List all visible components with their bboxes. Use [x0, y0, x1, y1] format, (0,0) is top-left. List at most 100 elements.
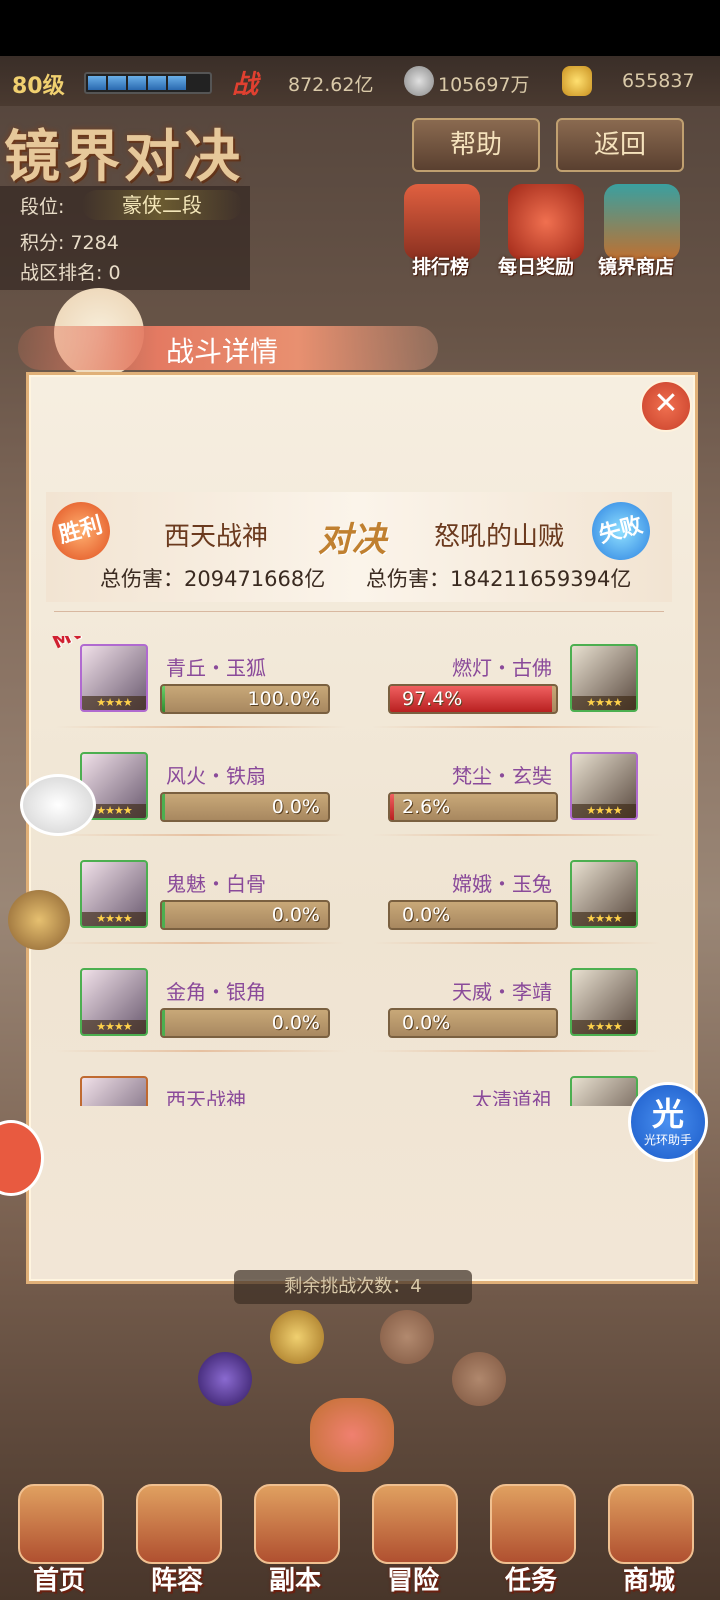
exp-segment: [148, 76, 166, 90]
rank-label: 段位:: [20, 196, 65, 218]
left-damage-fill: [162, 902, 165, 928]
hero-row: ★★★★ 金角・银角 ★★★★ 天威・李靖 0.0% 0.0%: [46, 960, 672, 1068]
sun-orb-icon[interactable]: [270, 1310, 324, 1364]
left-player-name: 西天战神: [164, 522, 269, 552]
home-icon: [18, 1484, 104, 1564]
zone-rank-text: 战区排名: 0: [20, 262, 121, 284]
left-damage-percent: 0.0%: [271, 904, 320, 926]
nav-item[interactable]: 阵容: [122, 1480, 232, 1600]
right-hero-name: 太清道祖: [472, 1088, 552, 1106]
chat-cloud-icon[interactable]: [20, 774, 96, 836]
nav-label: 冒险: [386, 1566, 439, 1596]
left-hero-avatar[interactable]: ★★★★: [80, 860, 148, 928]
star-rating: ★★★★: [572, 804, 636, 818]
hero-damage-list[interactable]: ★★★★青丘・玉狐★★★★燃灯・古佛100.0%97.4%MVP★★★★风火・铁…: [46, 636, 672, 1106]
right-hero-avatar[interactable]: ★★★★: [570, 968, 638, 1036]
left-hero-avatar[interactable]: ★★★★: [80, 644, 148, 712]
star-rating: ★★★★: [572, 696, 636, 710]
right-damage-fill: [390, 794, 395, 820]
left-damage-fill: [162, 686, 165, 712]
star-rating: ★★★★: [82, 912, 146, 926]
purple-orb-icon[interactable]: [198, 1352, 252, 1406]
close-icon[interactable]: ✕: [640, 380, 692, 432]
nav-item[interactable]: 商城: [594, 1480, 704, 1600]
page-title: 镜界对决: [4, 124, 244, 190]
daily-reward-label[interactable]: 每日奖励: [498, 252, 574, 279]
left-damage-bar: 0.0%: [160, 792, 330, 822]
formation-icon: [136, 1484, 222, 1564]
mall-icon: [608, 1484, 694, 1564]
leaderboard-label[interactable]: 排行榜: [412, 252, 469, 279]
right-damage-bar: 0.0%: [388, 900, 558, 930]
row-divider: [372, 942, 662, 944]
silver-value: 105697万: [438, 74, 530, 96]
bottom-navigation: 首页 阵容 副本 冒险 任务 商城: [0, 1480, 720, 1600]
exp-segment: [108, 76, 126, 90]
locked-slot-icon: [380, 1310, 434, 1364]
hero-row: ★★★★ 风火・铁扇 ★★★★ 梵尘・玄奘 0.0% 2.6%: [46, 744, 672, 852]
versus-mark: 对决: [318, 520, 386, 560]
right-hero-name: 燃灯・古佛: [452, 656, 552, 680]
left-hero-avatar[interactable]: ★★★★: [80, 1076, 148, 1106]
right-hero-avatar[interactable]: ★★★★: [570, 1076, 638, 1106]
nav-item[interactable]: 首页: [4, 1480, 114, 1600]
rank-value: 豪侠二段: [82, 190, 242, 220]
nav-item[interactable]: 副本: [240, 1480, 350, 1600]
back-button[interactable]: 返回: [556, 118, 684, 172]
help-button[interactable]: 帮助: [412, 118, 540, 172]
right-hero-avatar[interactable]: ★★★★: [570, 860, 638, 928]
star-rating: ★★★★: [82, 696, 146, 710]
assistant-float-button[interactable]: 光 光环助手: [628, 1082, 708, 1162]
star-rating: ★★★★: [572, 1020, 636, 1034]
mirror-shop-label[interactable]: 镜界商店: [598, 252, 674, 279]
right-damage-percent: 0.0%: [402, 1012, 451, 1034]
right-damage-percent: 0.0%: [402, 904, 451, 926]
gift-bag-icon[interactable]: [508, 184, 584, 260]
right-hero-name: 天威・李靖: [452, 980, 552, 1004]
assistant-label: 光环助手: [643, 1133, 692, 1147]
lotus-emblem-icon[interactable]: [310, 1398, 394, 1472]
left-hero-name: 金角・银角: [166, 980, 266, 1004]
left-hero-avatar[interactable]: ★★★★: [80, 968, 148, 1036]
left-hero-name: 鬼魅・白骨: [166, 872, 266, 896]
score-text: 积分: 7284: [20, 232, 119, 254]
right-total-damage: 总伤害：184211659394亿: [366, 567, 632, 591]
adventure-icon: [372, 1484, 458, 1564]
right-damage-bar: 97.4%: [388, 684, 558, 714]
nav-item[interactable]: 任务: [476, 1480, 586, 1600]
player-level: 80级: [12, 74, 65, 99]
right-damage-percent: 97.4%: [402, 688, 463, 710]
right-damage-percent: 2.6%: [402, 796, 451, 818]
popup-title: 战斗详情: [166, 335, 279, 368]
left-hero-name: 风火・铁扇: [166, 764, 266, 788]
exp-bar: [84, 72, 212, 94]
left-damage-percent: 0.0%: [271, 796, 320, 818]
side-menu-icon[interactable]: [8, 890, 70, 950]
battle-power-value: 872.62亿: [288, 74, 374, 96]
nav-label: 阵容: [150, 1566, 203, 1596]
star-rating: ★★★★: [82, 1020, 146, 1034]
right-player-name: 怒吼的山贼: [434, 522, 565, 552]
nav-label: 任务: [504, 1566, 557, 1596]
row-divider: [56, 942, 346, 944]
left-total-damage: 总伤害：209471668亿: [100, 567, 326, 591]
gold-ingot-icon: [562, 66, 592, 96]
row-divider: [56, 726, 346, 728]
leaderboard-icon[interactable]: [404, 184, 480, 260]
star-rating: ★★★★: [572, 912, 636, 926]
exp-segment: [128, 76, 146, 90]
quest-icon: [490, 1484, 576, 1564]
right-hero-name: 嫦娥・玉兔: [452, 872, 552, 896]
assistant-glyph: 光: [651, 1095, 684, 1133]
right-hero-avatar[interactable]: ★★★★: [570, 644, 638, 712]
shop-chest-icon[interactable]: [604, 184, 680, 260]
row-divider: [372, 726, 662, 728]
left-damage-percent: 0.0%: [271, 1012, 320, 1034]
row-divider: [56, 834, 346, 836]
left-damage-percent: 100.0%: [247, 688, 320, 710]
left-damage-fill: [162, 1010, 165, 1036]
right-hero-avatar[interactable]: ★★★★: [570, 752, 638, 820]
left-damage-bar: 0.0%: [160, 900, 330, 930]
nav-item[interactable]: 冒险: [358, 1480, 468, 1600]
dungeon-icon: [254, 1484, 340, 1564]
